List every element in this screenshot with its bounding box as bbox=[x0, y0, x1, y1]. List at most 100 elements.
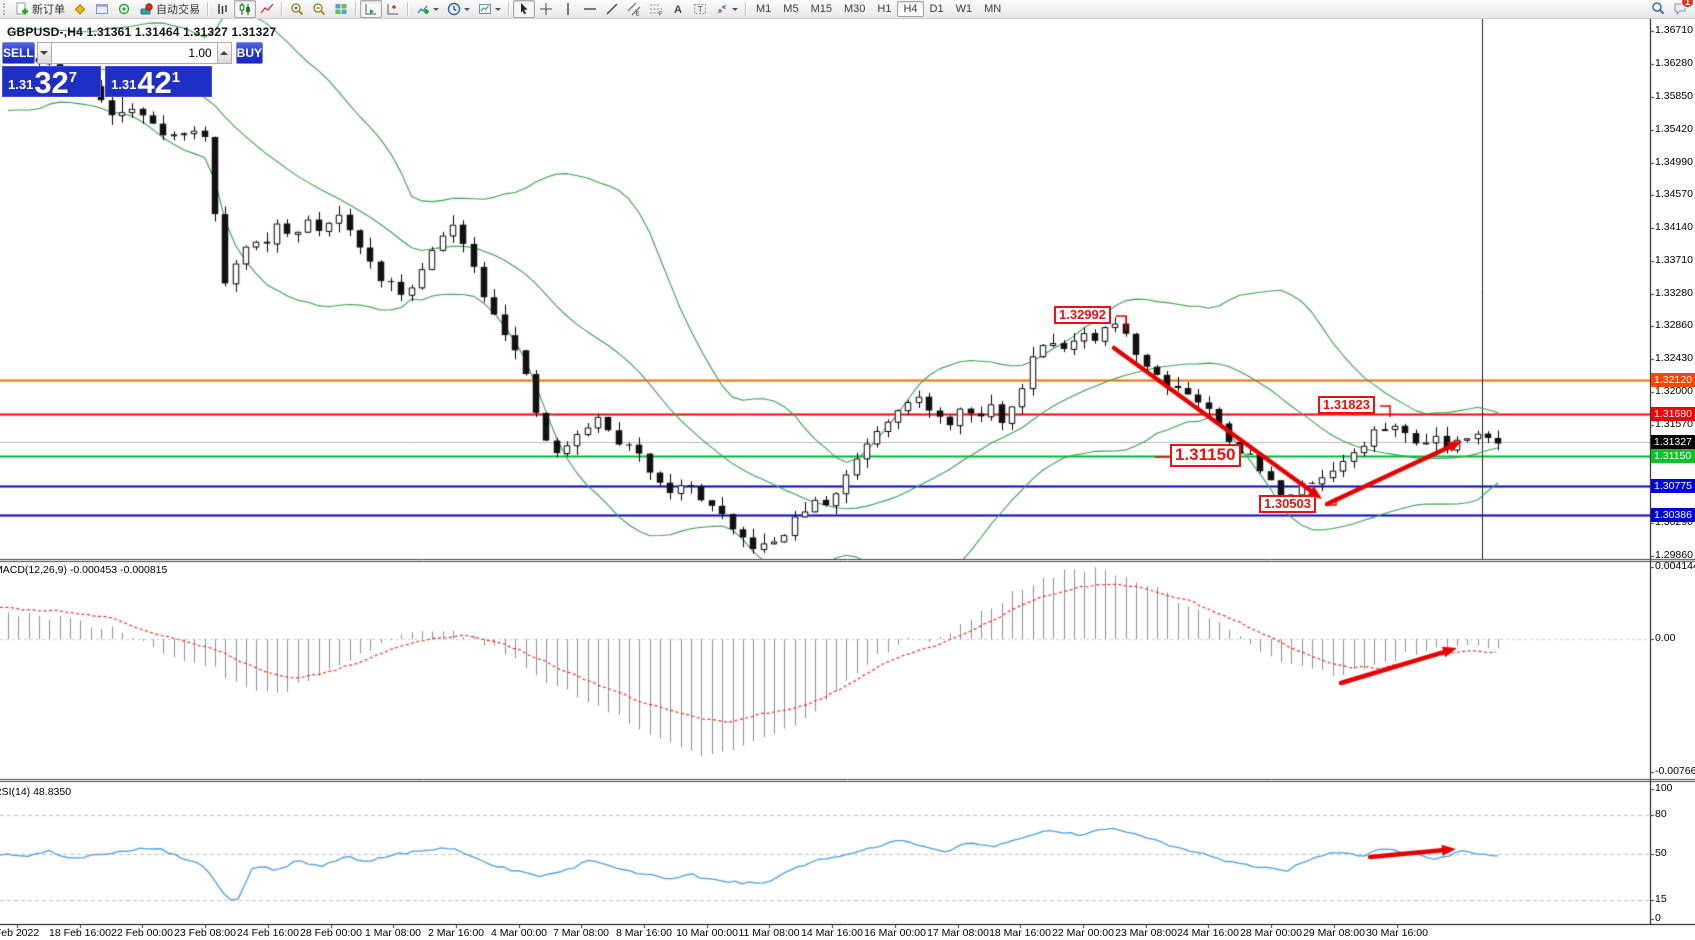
time-tick-label: 24 Mar 16:00 bbox=[1177, 927, 1239, 939]
axis-tick-label: 1.33710 bbox=[1655, 254, 1693, 266]
time-tick-label: 29 Mar 08:00 bbox=[1303, 927, 1365, 939]
candlestick-chart-button[interactable] bbox=[234, 0, 256, 18]
templates-button[interactable] bbox=[474, 0, 505, 18]
time-tick-label: 28 Mar 00:00 bbox=[1240, 927, 1302, 939]
auto-scroll-button[interactable] bbox=[360, 0, 382, 18]
price-level-badge: 1.31150 bbox=[1651, 449, 1695, 463]
time-tick-label: 22 Feb 00:00 bbox=[111, 927, 173, 939]
indicators-button[interactable] bbox=[412, 0, 443, 18]
new-order-icon bbox=[15, 2, 29, 16]
price-callout[interactable]: 1.31823 bbox=[1318, 396, 1375, 414]
price-callout[interactable]: 1.31150 bbox=[1170, 444, 1241, 467]
trendline-button[interactable] bbox=[601, 0, 623, 18]
tile-windows-icon bbox=[334, 2, 348, 16]
time-tick-label: 2 Mar 16:00 bbox=[428, 927, 484, 939]
notification-count-badge: 1 bbox=[1681, 0, 1694, 8]
time-tick-label: 30 Mar 16:00 bbox=[1366, 927, 1428, 939]
volume-spinner bbox=[37, 42, 232, 64]
price-level-badge: 1.30386 bbox=[1651, 508, 1695, 522]
periods-icon bbox=[447, 2, 461, 16]
zoom-in-icon bbox=[290, 2, 304, 16]
sell-button[interactable]: SELL bbox=[2, 42, 35, 64]
buy-price-main: 42 bbox=[137, 70, 171, 95]
autotrading-icon bbox=[139, 2, 153, 16]
time-tick-label: 24 Feb 16:00 bbox=[237, 927, 299, 939]
timeframe-m30-button[interactable]: M30 bbox=[838, 1, 871, 17]
search-button[interactable] bbox=[1651, 1, 1665, 18]
candlestick-chart-icon bbox=[238, 2, 252, 16]
templates-icon bbox=[478, 2, 492, 16]
toolbar-separator bbox=[281, 2, 283, 16]
price-callout[interactable]: 1.32992 bbox=[1054, 306, 1111, 324]
crosshair-button[interactable] bbox=[535, 0, 557, 18]
volume-decrease-button[interactable] bbox=[37, 42, 52, 64]
periods-button[interactable] bbox=[443, 0, 474, 18]
timeframe-d1-button[interactable]: D1 bbox=[924, 1, 950, 17]
timeframe-h4-button[interactable]: H4 bbox=[897, 1, 923, 17]
fibonacci-button[interactable]: F bbox=[645, 0, 667, 18]
axis-tick-label: 15 bbox=[1655, 893, 1667, 905]
buy-button[interactable]: BUY bbox=[236, 42, 263, 64]
zoom-in-button[interactable] bbox=[286, 0, 308, 18]
bar-chart-button[interactable] bbox=[212, 0, 234, 18]
buy-price-prefix: 1.31 bbox=[111, 77, 136, 92]
axis-tick-label: 1.36710 bbox=[1655, 24, 1693, 36]
volume-input[interactable] bbox=[52, 42, 217, 64]
navigator-button[interactable] bbox=[113, 0, 135, 18]
sell-price-prefix: 1.31 bbox=[8, 77, 33, 92]
timeframe-h1-button[interactable]: H1 bbox=[871, 1, 897, 17]
axis-tick-label: 1.34140 bbox=[1655, 221, 1693, 233]
axis-tick-label: 1.34990 bbox=[1655, 156, 1693, 168]
notifications-button[interactable]: 1 bbox=[1673, 1, 1687, 18]
trade-panel-prices: 1.31327 1.31421 bbox=[2, 66, 212, 97]
tile-windows-button[interactable] bbox=[330, 0, 352, 18]
axis-tick-label: 1.35420 bbox=[1655, 123, 1693, 135]
chart-canvas[interactable] bbox=[0, 0, 1695, 940]
time-tick-label: 28 Feb 00:00 bbox=[300, 927, 362, 939]
cursor-button[interactable] bbox=[513, 0, 535, 18]
chart-shift-button[interactable] bbox=[382, 0, 404, 18]
chevron-down-icon bbox=[464, 8, 470, 14]
auto-scroll-icon bbox=[364, 2, 378, 16]
text-button[interactable]: A bbox=[667, 0, 689, 18]
vertical-line-icon bbox=[561, 2, 575, 16]
chevron-down-icon bbox=[495, 8, 501, 14]
buy-price-display[interactable]: 1.31421 bbox=[105, 66, 212, 97]
profiles-button[interactable] bbox=[69, 0, 91, 18]
toolbar-separator bbox=[745, 2, 747, 16]
sell-price-display[interactable]: 1.31327 bbox=[2, 66, 101, 97]
arrows-button[interactable] bbox=[711, 0, 742, 18]
timeframe-w1-button[interactable]: W1 bbox=[950, 1, 979, 17]
toolbar-separator bbox=[508, 2, 510, 16]
chart-shift-icon bbox=[386, 2, 400, 16]
svg-text:T: T bbox=[698, 5, 703, 14]
svg-text:A: A bbox=[674, 4, 682, 16]
sell-price-main: 32 bbox=[34, 70, 68, 95]
line-chart-button[interactable] bbox=[256, 0, 278, 18]
time-tick-label: 10 Mar 00:00 bbox=[676, 927, 738, 939]
timeframe-mn-button[interactable]: MN bbox=[978, 1, 1007, 17]
timeframe-m5-button[interactable]: M5 bbox=[777, 1, 804, 17]
timeframe-m1-button[interactable]: M1 bbox=[750, 1, 777, 17]
time-tick-label: 16 Mar 00:00 bbox=[864, 927, 926, 939]
price-callout[interactable]: 1.30503 bbox=[1259, 495, 1316, 513]
time-tick-label: Feb 2022 bbox=[0, 927, 39, 939]
svg-text:E: E bbox=[636, 12, 640, 17]
text-icon: A bbox=[671, 2, 685, 16]
zoom-out-button[interactable] bbox=[308, 0, 330, 18]
time-tick-label: 17 Mar 08:00 bbox=[927, 927, 989, 939]
autotrading-button[interactable]: 自动交易 bbox=[135, 0, 204, 18]
trendline-icon bbox=[605, 2, 619, 16]
search-icon bbox=[1651, 6, 1665, 18]
text-label-button[interactable]: T bbox=[689, 0, 711, 18]
timeframe-m15-button[interactable]: M15 bbox=[805, 1, 838, 17]
volume-increase-button[interactable] bbox=[217, 42, 232, 64]
channel-button[interactable]: E bbox=[623, 0, 645, 18]
price-level-badge: 1.31327 bbox=[1651, 435, 1695, 449]
horizontal-line-icon bbox=[583, 2, 597, 16]
horizontal-line-button[interactable] bbox=[579, 0, 601, 18]
data-window-button[interactable] bbox=[91, 0, 113, 18]
axis-tick-label: 1.32860 bbox=[1655, 319, 1693, 331]
vertical-line-button[interactable] bbox=[557, 0, 579, 18]
new-order-button[interactable]: 新订单 bbox=[11, 0, 69, 18]
